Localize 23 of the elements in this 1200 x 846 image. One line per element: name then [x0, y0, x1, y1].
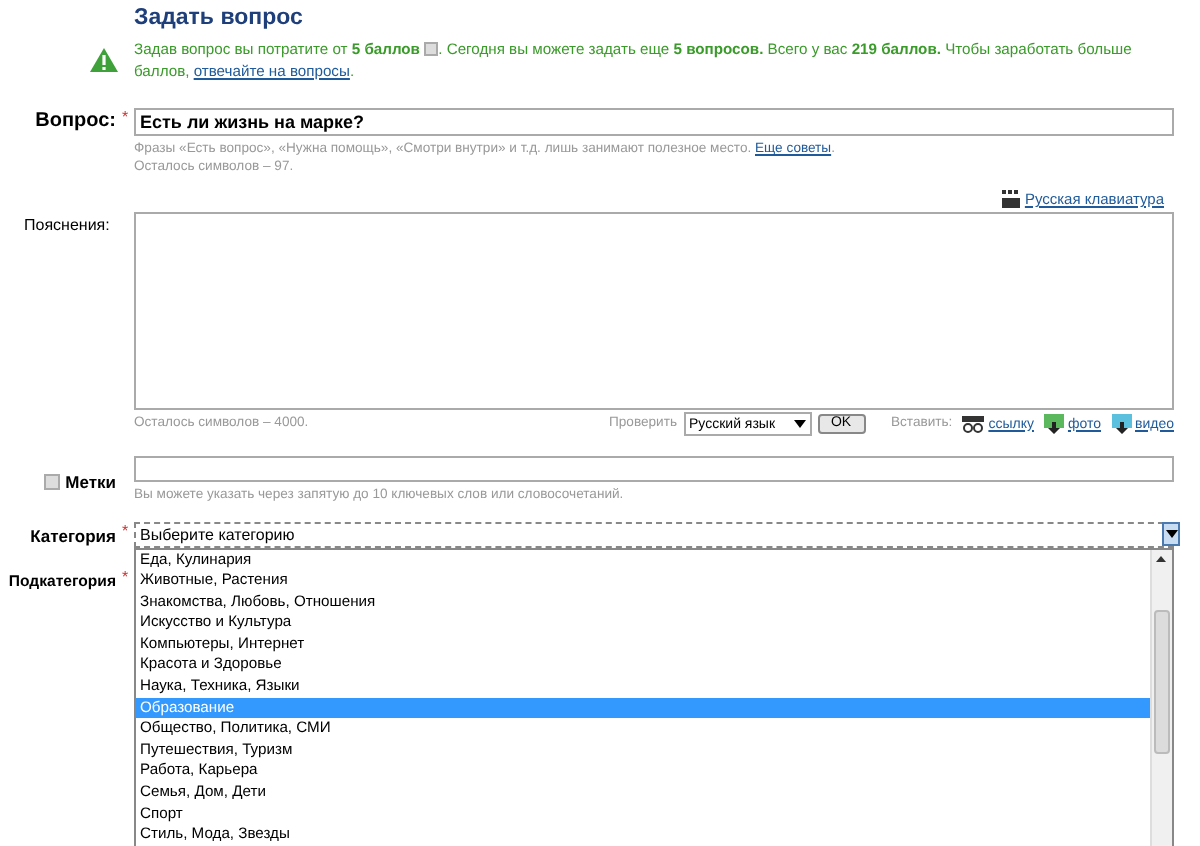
dropdown-button[interactable] — [1162, 521, 1180, 545]
tags-checkbox[interactable] — [43, 473, 60, 490]
info-icon — [424, 42, 439, 56]
required-mark: * — [121, 521, 129, 539]
keyboard-icon — [1002, 190, 1021, 208]
tags-field[interactable] — [134, 456, 1174, 482]
photo-icon — [1043, 414, 1064, 434]
caret-icon — [1165, 529, 1177, 537]
details-label: Пояснения: — [22, 214, 112, 238]
scrollbar[interactable] — [1150, 549, 1172, 846]
video-icon — [1111, 414, 1131, 434]
chain-icon — [962, 415, 985, 433]
caret-icon — [793, 420, 805, 428]
tags-label: Метки — [65, 471, 116, 492]
required-mark: * — [121, 108, 129, 126]
required-mark: * — [121, 567, 129, 585]
details-field[interactable] — [134, 212, 1174, 410]
question-label: Вопрос: — [33, 108, 116, 136]
category-label: Категория — [28, 523, 116, 547]
page-title: Задать вопрос — [134, 6, 305, 30]
warning-icon — [90, 48, 118, 72]
scroll-up-icon[interactable] — [1156, 555, 1166, 561]
question-field[interactable]: Есть ли жизнь на марке? — [134, 108, 1174, 136]
